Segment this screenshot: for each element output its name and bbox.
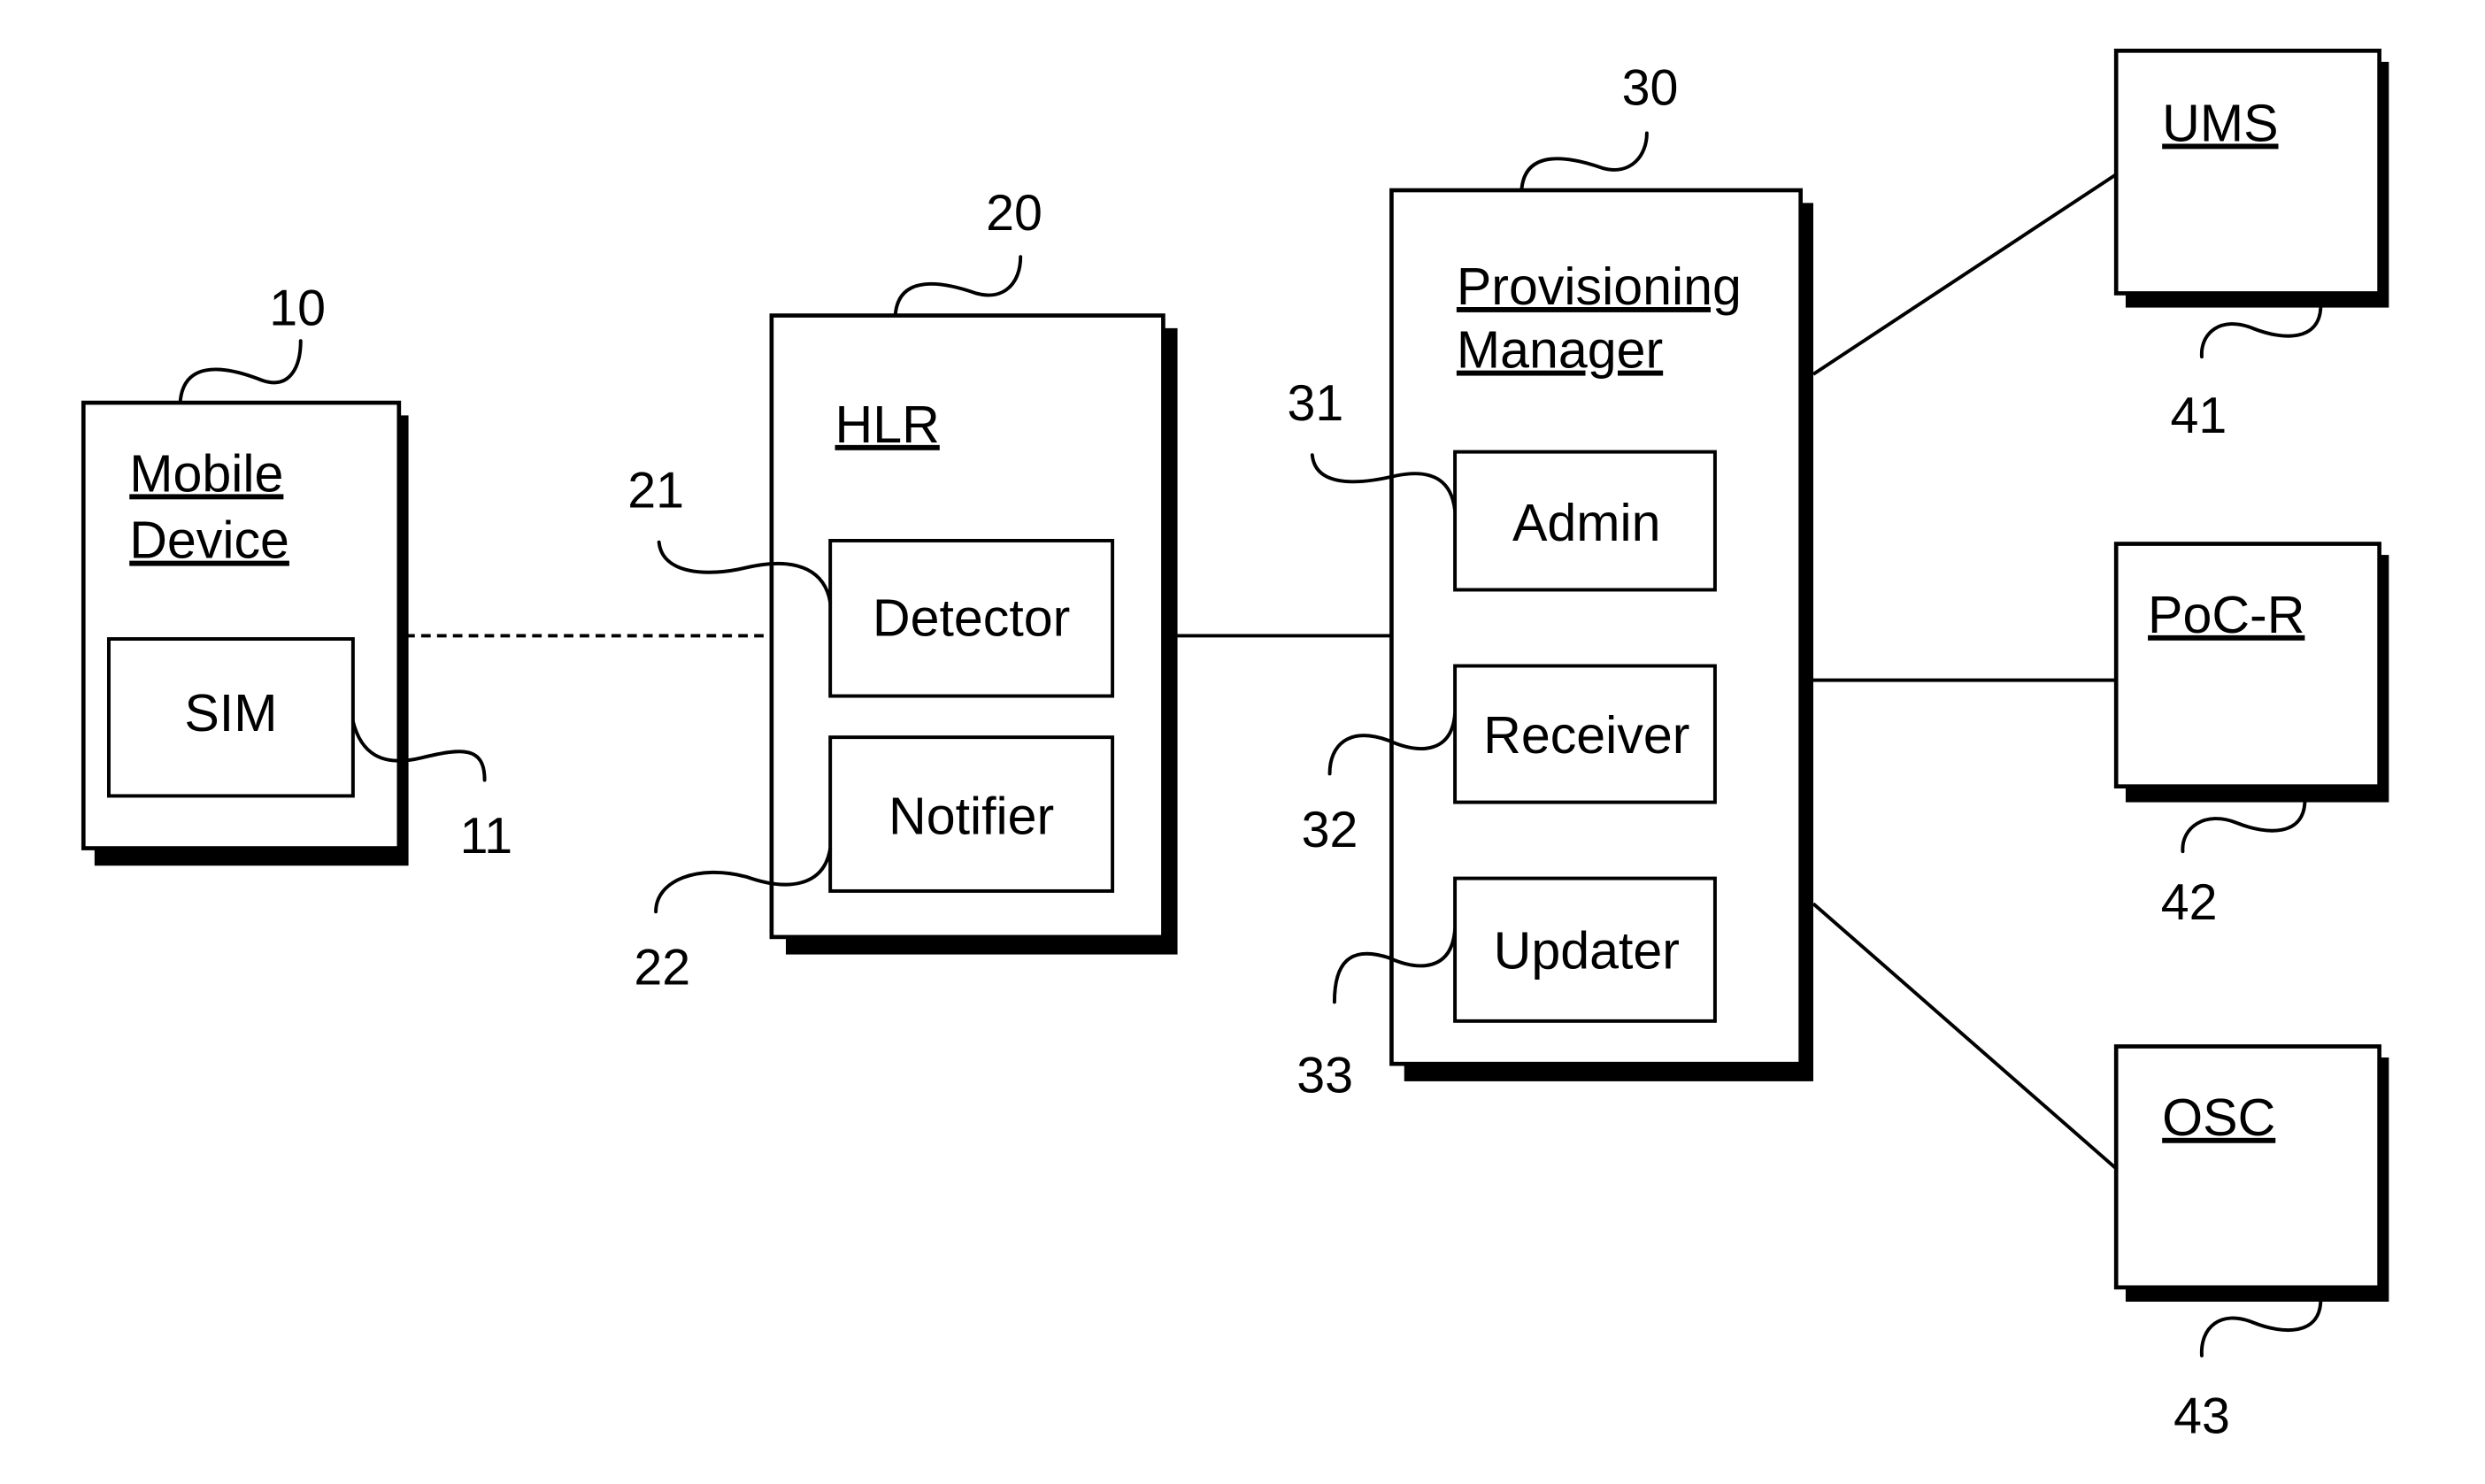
leader-line-41 <box>2199 305 2323 359</box>
edge-provisioning-to-osc <box>1812 902 2118 1170</box>
ref-number-31: 31 <box>1288 375 1344 432</box>
ums-title: UMS <box>2162 93 2278 152</box>
ref-number-20: 20 <box>986 185 1042 242</box>
provisioning-manager-title-line1: Provisioning <box>1457 257 1742 316</box>
updater-label: Updater <box>1494 921 1680 980</box>
mobile-device-node: Mobile Device SIM 10 11 <box>81 280 513 866</box>
leader-line-10 <box>178 339 303 405</box>
ref-number-33: 33 <box>1296 1047 1353 1103</box>
ums-node: UMS 41 <box>2113 49 2389 444</box>
poc-r-title: PoC-R <box>2148 585 2304 644</box>
ref-number-30: 30 <box>1622 59 1679 116</box>
provisioning-manager-title-line2: Manager <box>1457 320 1663 380</box>
leader-line-43 <box>2199 1299 2323 1357</box>
osc-node: OSC 43 <box>2113 1044 2389 1445</box>
ref-number-42: 42 <box>2161 874 2218 931</box>
poc-r-node: PoC-R 42 <box>2113 542 2389 931</box>
poc-r-box <box>2113 542 2381 788</box>
edge-provisioning-to-ums <box>1812 173 2118 376</box>
ref-number-11: 11 <box>460 808 513 865</box>
provisioning-manager-node: Provisioning Manager Admin Receiver Upda… <box>1288 59 1813 1103</box>
ref-number-32: 32 <box>1302 802 1358 858</box>
ref-number-41: 41 <box>2170 388 2227 444</box>
admin-label: Admin <box>1512 493 1661 552</box>
detector-label: Detector <box>873 588 1070 647</box>
ref-number-21: 21 <box>627 462 684 519</box>
osc-box <box>2113 1044 2381 1290</box>
receiver-label: Receiver <box>1483 705 1689 765</box>
ums-box <box>2113 49 2381 296</box>
mobile-device-title-line1: Mobile <box>129 443 283 503</box>
osc-title: OSC <box>2162 1088 2275 1147</box>
leader-line-30 <box>1519 131 1649 192</box>
leader-line-42 <box>2181 800 2307 854</box>
notifier-label: Notifier <box>889 786 1054 845</box>
ref-number-10: 10 <box>269 280 326 336</box>
hlr-node: HLR Detector Notifier 20 21 22 <box>627 185 1178 996</box>
leader-line-20 <box>893 255 1023 318</box>
ref-number-22: 22 <box>634 940 690 996</box>
mobile-device-title-line2: Device <box>129 511 289 570</box>
hlr-title: HLR <box>835 395 940 454</box>
sim-label: SIM <box>184 683 277 742</box>
system-diagram: Mobile Device SIM 10 11 HLR Detector Not… <box>81 49 2389 1445</box>
ref-number-43: 43 <box>2173 1388 2230 1445</box>
